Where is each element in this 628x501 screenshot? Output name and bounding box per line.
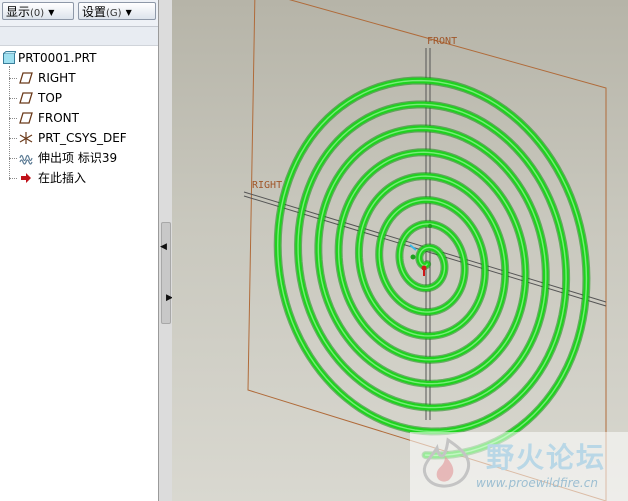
tree-header-band bbox=[0, 27, 158, 46]
part-icon bbox=[3, 51, 16, 64]
tree-item-label: TOP bbox=[38, 91, 63, 105]
sweep-feature-icon bbox=[19, 154, 33, 165]
settings-label: 设置 bbox=[82, 5, 107, 19]
front-plane-label: FRONT bbox=[427, 36, 457, 47]
tree-item-label: FRONT bbox=[38, 111, 79, 125]
watermark-url: www.proewildfire.cn bbox=[476, 476, 598, 490]
collapse-left-arrow-icon[interactable]: ◀ bbox=[160, 242, 167, 252]
graphics-viewport[interactable]: FRONT RIGHT bbox=[172, 0, 628, 501]
coordinate-system-icon bbox=[19, 132, 33, 144]
chevron-down-icon: ▼ bbox=[48, 8, 55, 17]
tree-item-label: RIGHT bbox=[38, 71, 76, 85]
tree-item-front[interactable]: FRONT bbox=[0, 109, 158, 127]
tree-item-top[interactable]: TOP bbox=[0, 89, 158, 107]
tree-item-root[interactable]: PRT0001.PRT bbox=[0, 49, 158, 67]
tree-item-label: 伸出项 标识39 bbox=[38, 151, 118, 165]
insert-here-arrow-icon bbox=[21, 173, 31, 183]
tree-item-label: 在此插入 bbox=[38, 171, 87, 185]
settings-menu-button[interactable]: 设置(G) ▼ bbox=[78, 2, 156, 20]
tree-item-csys[interactable]: PRT_CSYS_DEF bbox=[0, 129, 158, 147]
datum-plane-icon bbox=[19, 92, 33, 104]
datum-plane-icon bbox=[19, 72, 33, 84]
watermark-title: 野火论坛 bbox=[486, 441, 607, 474]
tree-item-protrusion[interactable]: 伸出项 标识39 bbox=[0, 149, 158, 167]
model-graphics: FRONT RIGHT bbox=[243, 0, 607, 501]
spiral-sweep bbox=[273, 76, 591, 460]
datum-plane-icon bbox=[19, 112, 33, 124]
chevron-down-icon: ▼ bbox=[125, 8, 132, 17]
fire-logo-icon bbox=[422, 437, 471, 488]
model-tree-panel: 显示(0) ▼ 设置(G) ▼ PRT0001.PRT RIGHT TOP FR… bbox=[0, 0, 159, 501]
show-label: 显示 bbox=[6, 5, 31, 19]
tree-item-insert-here[interactable]: 在此插入 bbox=[0, 169, 158, 187]
right-plane-label: RIGHT bbox=[252, 180, 282, 191]
tree-item-label: PRT_CSYS_DEF bbox=[38, 131, 127, 145]
tree-item-label: PRT0001.PRT bbox=[18, 51, 97, 65]
show-shortcut: (0) bbox=[30, 8, 45, 19]
tree-item-right[interactable]: RIGHT bbox=[0, 69, 158, 87]
show-menu-button[interactable]: 显示(0) ▼ bbox=[2, 2, 74, 20]
splitter-handle[interactable] bbox=[161, 222, 171, 324]
settings-shortcut: (G) bbox=[106, 8, 122, 19]
model-tree-toolbar: 显示(0) ▼ 设置(G) ▼ bbox=[0, 0, 158, 27]
